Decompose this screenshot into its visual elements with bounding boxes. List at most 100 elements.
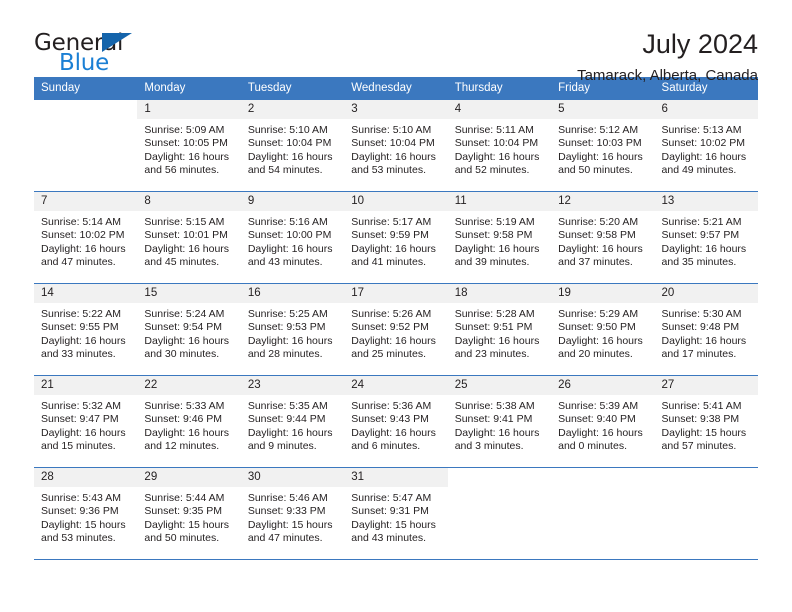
calendar-day-cell[interactable]: 18 Sunrise: 5:28 AM Sunset: 9:51 PM Dayligh… bbox=[447, 283, 552, 376]
sunrise-text: Sunrise: 5:24 AM bbox=[144, 308, 225, 320]
day-details: Sunrise: 5:32 AM Sunset: 9:47 PM Daylight:… bbox=[34, 395, 137, 454]
day-details: Sunrise: 5:28 AM Sunset: 9:51 PM Daylight:… bbox=[448, 303, 551, 362]
calendar-day-cell[interactable]: 27 Sunrise: 5:41 AM Sunset: 9:38 PM Dayligh… bbox=[654, 375, 758, 468]
calendar-day-cell[interactable]: 29 Sunrise: 5:44 AM Sunset: 9:35 PM Dayligh… bbox=[137, 467, 241, 559]
calendar-day-cell[interactable]: 15 Sunrise: 5:24 AM Sunset: 9:54 PM Dayligh… bbox=[137, 283, 241, 376]
calendar-day-cell[interactable]: 20 Sunrise: 5:30 AM Sunset: 9:48 PM Dayligh… bbox=[654, 283, 758, 376]
calendar-day-cell[interactable]: 23 Sunrise: 5:35 AM Sunset: 9:44 PM Dayligh… bbox=[240, 375, 345, 468]
daylight-text-line2: and 35 minutes. bbox=[661, 256, 737, 269]
calendar-day-cell[interactable]: 6 Sunrise: 5:13 AM Sunset: 10:02 PM Dayligh… bbox=[654, 99, 758, 192]
calendar-day-cell[interactable]: 24 Sunrise: 5:36 AM Sunset: 9:43 PM Dayligh… bbox=[344, 375, 448, 468]
daylight-text-line2: and 56 minutes. bbox=[144, 164, 220, 177]
calendar-day-cell[interactable]: 9 Sunrise: 5:16 AM Sunset: 10:00 PM Dayligh… bbox=[240, 191, 345, 284]
sunset-text: Sunset: 9:40 PM bbox=[558, 413, 636, 426]
page-header: General Blue July 2024 Tamarack, Alberta… bbox=[34, 0, 758, 85]
daylight-text-line1: Daylight: 16 hours bbox=[351, 426, 436, 439]
day-details: Sunrise: 5:10 AM Sunset: 10:04 PM Daylight… bbox=[344, 119, 447, 178]
daylight-text-line1: Daylight: 16 hours bbox=[41, 242, 126, 255]
sunrise-text: Sunrise: 5:35 AM bbox=[247, 400, 328, 412]
day-number: 7 bbox=[34, 192, 138, 211]
day-number: 18 bbox=[447, 284, 552, 303]
day-details: Sunrise: 5:30 AM Sunset: 9:48 PM Daylight:… bbox=[655, 303, 758, 362]
calendar-day-cell[interactable]: 17 Sunrise: 5:26 AM Sunset: 9:52 PM Dayligh… bbox=[344, 283, 448, 376]
day-details: Sunrise: 5:21 AM Sunset: 9:57 PM Daylight:… bbox=[655, 211, 758, 270]
sunset-text: Sunset: 9:59 PM bbox=[351, 229, 429, 242]
calendar-day-cell[interactable]: 2 Sunrise: 5:10 AM Sunset: 10:04 PM Dayligh… bbox=[240, 99, 345, 192]
day-number: 17 bbox=[344, 284, 448, 303]
calendar-day-cell[interactable]: 3 Sunrise: 5:10 AM Sunset: 10:04 PM Dayligh… bbox=[344, 99, 448, 192]
sunrise-text: Sunrise: 5:21 AM bbox=[661, 216, 742, 228]
calendar-day-cell[interactable]: 11 Sunrise: 5:19 AM Sunset: 9:58 PM Dayligh… bbox=[447, 191, 552, 284]
calendar-day-cell[interactable]: 13 Sunrise: 5:21 AM Sunset: 9:57 PM Dayligh… bbox=[654, 191, 758, 284]
daylight-text-line2: and 54 minutes. bbox=[247, 164, 323, 177]
daylight-text-line1: Daylight: 16 hours bbox=[247, 242, 333, 255]
sunset-text: Sunset: 10:04 PM bbox=[247, 137, 332, 150]
calendar-day-cell[interactable]: 12 Sunrise: 5:20 AM Sunset: 9:58 PM Dayligh… bbox=[551, 191, 655, 284]
calendar-day-cell[interactable]: 5 Sunrise: 5:12 AM Sunset: 10:03 PM Dayligh… bbox=[551, 99, 655, 192]
daylight-text-line2: and 52 minutes. bbox=[454, 164, 530, 177]
day-details: Sunrise: 5:17 AM Sunset: 9:59 PM Daylight:… bbox=[344, 211, 447, 270]
daylight-text-line1: Daylight: 15 hours bbox=[351, 518, 436, 531]
sunset-text: Sunset: 10:04 PM bbox=[454, 137, 539, 150]
day-number: 9 bbox=[240, 192, 345, 211]
sunset-text: Sunset: 10:02 PM bbox=[41, 229, 125, 242]
daylight-text-line2: and 37 minutes. bbox=[558, 256, 633, 269]
day-number: 23 bbox=[240, 376, 345, 395]
daylight-text-line2: and 28 minutes. bbox=[247, 348, 323, 361]
calendar-body: 1 Sunrise: 5:09 AM Sunset: 10:05 PM Dayligh… bbox=[34, 99, 758, 559]
daylight-text-line2: and 12 minutes. bbox=[144, 440, 220, 453]
day-number bbox=[654, 468, 758, 487]
daylight-text-line2: and 0 minutes. bbox=[558, 440, 627, 453]
sunrise-text: Sunrise: 5:47 AM bbox=[351, 492, 432, 504]
day-details: Sunrise: 5:20 AM Sunset: 9:58 PM Daylight:… bbox=[551, 211, 654, 270]
calendar-day-cell[interactable]: 21 Sunrise: 5:32 AM Sunset: 9:47 PM Dayligh… bbox=[34, 375, 138, 468]
weekday-header-tuesday: Tuesday bbox=[240, 77, 345, 100]
sunrise-text: Sunrise: 5:16 AM bbox=[247, 216, 328, 228]
calendar-week-row: 1 Sunrise: 5:09 AM Sunset: 10:05 PM Dayligh… bbox=[34, 99, 758, 192]
calendar-day-cell[interactable]: 4 Sunrise: 5:11 AM Sunset: 10:04 PM Dayligh… bbox=[447, 99, 552, 192]
calendar-day-cell[interactable]: 30 Sunrise: 5:46 AM Sunset: 9:33 PM Dayligh… bbox=[240, 467, 345, 559]
calendar-day-cell[interactable]: 14 Sunrise: 5:22 AM Sunset: 9:55 PM Dayligh… bbox=[34, 283, 138, 376]
day-details: Sunrise: 5:29 AM Sunset: 9:50 PM Daylight:… bbox=[551, 303, 654, 362]
daylight-text-line1: Daylight: 16 hours bbox=[558, 242, 643, 255]
day-details: Sunrise: 5:13 AM Sunset: 10:02 PM Daylight… bbox=[655, 119, 758, 178]
daylight-text-line2: and 30 minutes. bbox=[144, 348, 220, 361]
calendar-day-cell[interactable]: 10 Sunrise: 5:17 AM Sunset: 9:59 PM Dayligh… bbox=[344, 191, 448, 284]
calendar-day-cell[interactable]: 28 Sunrise: 5:43 AM Sunset: 9:36 PM Dayligh… bbox=[34, 467, 138, 559]
calendar-day-cell[interactable]: 7 Sunrise: 5:14 AM Sunset: 10:02 PM Dayligh… bbox=[34, 191, 138, 284]
sunrise-text: Sunrise: 5:32 AM bbox=[41, 400, 121, 412]
daylight-text-line2: and 33 minutes. bbox=[41, 348, 116, 361]
daylight-text-line2: and 57 minutes. bbox=[661, 440, 737, 453]
daylight-text-line1: Daylight: 16 hours bbox=[351, 150, 436, 163]
calendar-day-cell[interactable]: 1 Sunrise: 5:09 AM Sunset: 10:05 PM Dayligh… bbox=[137, 99, 241, 192]
day-details: Sunrise: 5:46 AM Sunset: 9:33 PM Daylight:… bbox=[241, 487, 344, 546]
sunset-text: Sunset: 9:58 PM bbox=[454, 229, 533, 242]
general-blue-logo[interactable]: General Blue bbox=[34, 30, 154, 80]
calendar-week-row: 28 Sunrise: 5:43 AM Sunset: 9:36 PM Dayligh… bbox=[34, 467, 758, 559]
sunrise-text: Sunrise: 5:17 AM bbox=[351, 216, 432, 228]
sunrise-text: Sunrise: 5:19 AM bbox=[454, 216, 535, 228]
calendar-day-cell[interactable]: 31 Sunrise: 5:47 AM Sunset: 9:31 PM Dayligh… bbox=[344, 467, 448, 559]
daylight-text-line2: and 3 minutes. bbox=[454, 440, 524, 453]
sunset-text: Sunset: 9:54 PM bbox=[144, 321, 223, 334]
sunrise-text: Sunrise: 5:33 AM bbox=[144, 400, 225, 412]
daylight-text-line1: Daylight: 16 hours bbox=[661, 242, 747, 255]
calendar-day-cell[interactable]: 22 Sunrise: 5:33 AM Sunset: 9:46 PM Dayligh… bbox=[137, 375, 241, 468]
calendar-day-cell[interactable]: 25 Sunrise: 5:38 AM Sunset: 9:41 PM Dayligh… bbox=[447, 375, 552, 468]
day-number: 25 bbox=[447, 376, 552, 395]
daylight-text-line2: and 49 minutes. bbox=[661, 164, 737, 177]
sunrise-text: Sunrise: 5:26 AM bbox=[351, 308, 432, 320]
calendar-day-cell[interactable]: 26 Sunrise: 5:39 AM Sunset: 9:40 PM Dayligh… bbox=[551, 375, 655, 468]
sunrise-text: Sunrise: 5:30 AM bbox=[661, 308, 742, 320]
calendar-day-cell[interactable]: 19 Sunrise: 5:29 AM Sunset: 9:50 PM Dayligh… bbox=[551, 283, 655, 376]
sunrise-text: Sunrise: 5:28 AM bbox=[454, 308, 535, 320]
daylight-text-line1: Daylight: 16 hours bbox=[558, 150, 643, 163]
day-number: 1 bbox=[137, 100, 241, 119]
daylight-text-line1: Daylight: 16 hours bbox=[558, 426, 643, 439]
calendar-day-cell[interactable]: 8 Sunrise: 5:15 AM Sunset: 10:01 PM Dayligh… bbox=[137, 191, 241, 284]
daylight-text-line2: and 17 minutes. bbox=[661, 348, 737, 361]
daylight-text-line1: Daylight: 16 hours bbox=[247, 426, 333, 439]
day-details: Sunrise: 5:39 AM Sunset: 9:40 PM Daylight:… bbox=[551, 395, 654, 454]
calendar-day-cell[interactable]: 16 Sunrise: 5:25 AM Sunset: 9:53 PM Dayligh… bbox=[240, 283, 345, 376]
sunrise-text: Sunrise: 5:41 AM bbox=[661, 400, 742, 412]
